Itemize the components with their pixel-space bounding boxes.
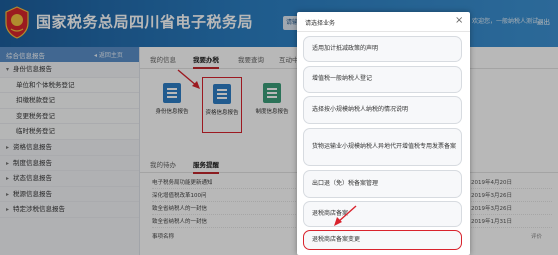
close-icon[interactable]: × xyxy=(455,15,463,26)
option-additional-deduction[interactable]: 适用加计抵减政策的声明 xyxy=(303,36,462,62)
select-business-dialog: 请选择业务 × 适用加计抵减政策的声明 增值税一般纳税人登记 选择按小规模纳税人… xyxy=(297,12,470,255)
dialog-title: 请选择业务 xyxy=(305,20,336,27)
red-arrow-annotation xyxy=(334,205,357,226)
option-label: 退税商店备案变更 xyxy=(312,235,361,243)
option-small-scale-explanation[interactable]: 选择按小规模纳税人纳税的情况说明 xyxy=(303,96,462,124)
modal-backdrop[interactable] xyxy=(0,0,558,255)
option-label: 货物运输业小规模纳税人异地代开增值税专用发票备案 xyxy=(312,142,457,150)
dialog-header: 请选择业务 × xyxy=(297,12,470,32)
option-tax-refund-store-filing[interactable]: 退税商店备案 xyxy=(303,201,462,227)
option-freight-invoice-filing[interactable]: 货物运输业小规模纳税人异地代开增值税专用发票备案 xyxy=(303,128,462,166)
option-general-taxpayer-registration[interactable]: 增值税一般纳税人登记 xyxy=(303,66,462,93)
option-label: 选择按小规模纳税人纳税的情况说明 xyxy=(312,105,409,113)
option-export-refund-filing[interactable]: 出口退（免）税备案管理 xyxy=(303,170,462,198)
option-label: 适用加计抵减政策的声明 xyxy=(312,44,379,52)
option-label: 出口退（免）税备案管理 xyxy=(312,179,379,187)
option-label: 增值税一般纳税人登记 xyxy=(312,75,373,83)
option-tax-refund-store-change[interactable]: 退税商店备案变更 xyxy=(303,230,462,250)
